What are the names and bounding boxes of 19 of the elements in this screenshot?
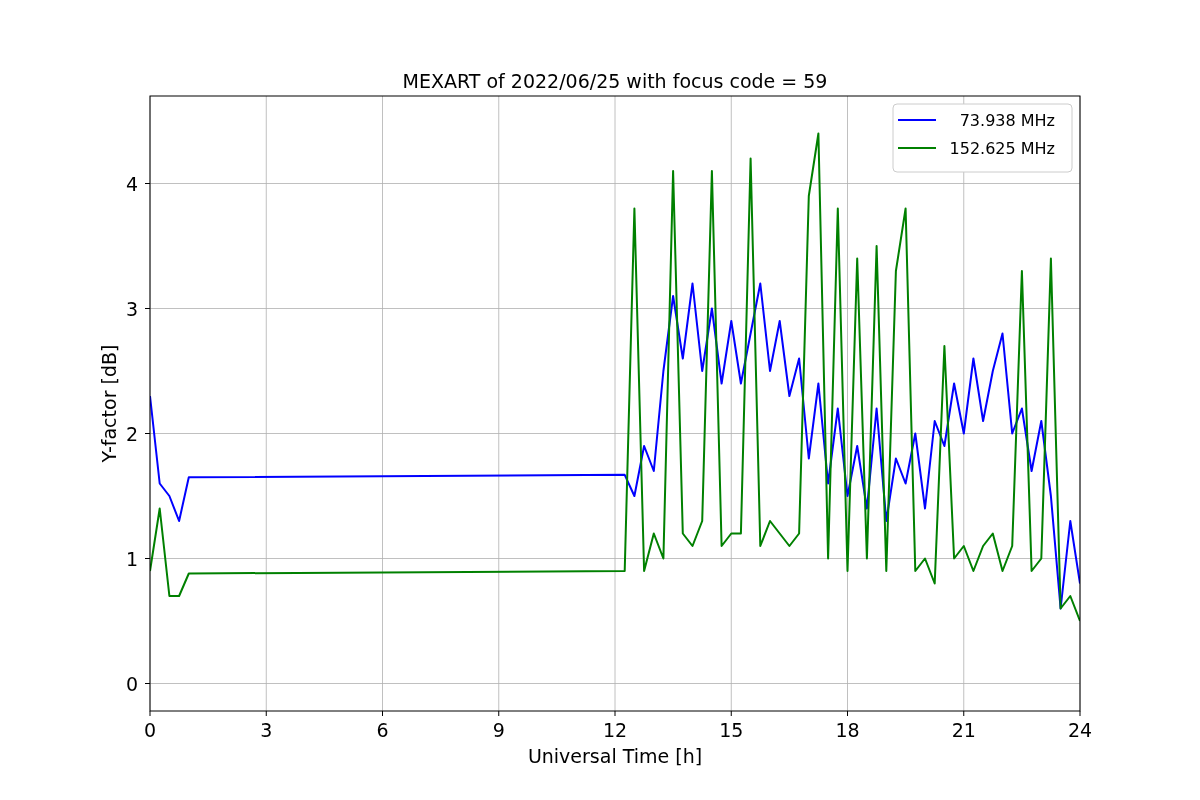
x-tick-label: 15 bbox=[719, 719, 744, 741]
x-tick-label: 18 bbox=[835, 719, 860, 741]
legend-label: 73.938 MHz bbox=[959, 111, 1055, 130]
legend-label: 152.625 MHz bbox=[949, 139, 1055, 158]
x-tick-label: 6 bbox=[376, 719, 389, 741]
chart-title: MEXART of 2022/06/25 with focus code = 59 bbox=[402, 70, 828, 92]
x-tick-label: 3 bbox=[260, 719, 273, 741]
x-tick-label: 24 bbox=[1067, 719, 1093, 741]
y-tick-label: 4 bbox=[125, 172, 138, 195]
x-tick-label: 9 bbox=[492, 719, 505, 741]
y-axis-label: Y-factor [dB] bbox=[98, 344, 120, 463]
x-axis-label: Universal Time [h] bbox=[527, 745, 703, 767]
y-tick-label: 2 bbox=[125, 422, 138, 445]
y-tick-label: 3 bbox=[125, 297, 138, 320]
x-tick-label: 21 bbox=[951, 719, 976, 741]
y-tick-label: 0 bbox=[125, 672, 138, 695]
x-tick-label: 0 bbox=[143, 719, 157, 741]
y-tick-label: 1 bbox=[125, 547, 138, 570]
x-tick-label: 12 bbox=[602, 719, 628, 741]
